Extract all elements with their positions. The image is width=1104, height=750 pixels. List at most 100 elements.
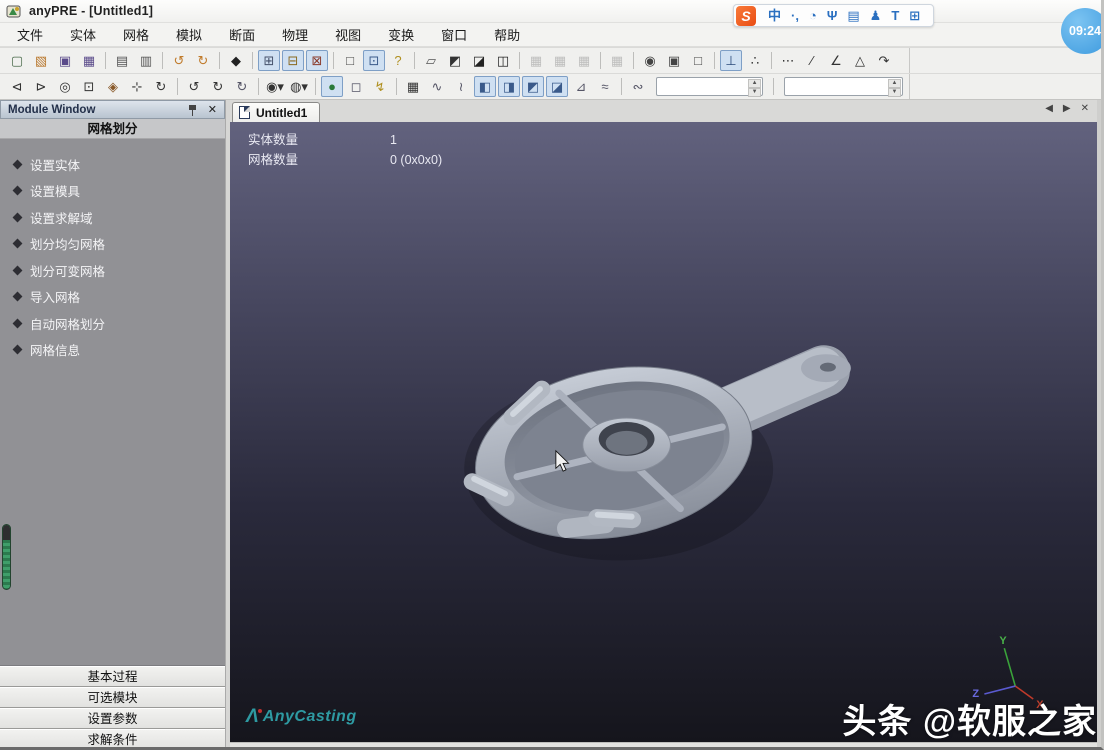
view-left-button[interactable]: ◩	[522, 76, 544, 97]
grid-table-1-button[interactable]: ▦	[525, 50, 547, 71]
zoom-window-button[interactable]: ⊡	[78, 76, 100, 97]
grid-table-4-button[interactable]: ▦	[606, 50, 628, 71]
task-mesh-info[interactable]: 网格信息	[0, 337, 225, 364]
task-uniform-mesh[interactable]: 划分均匀网格	[0, 231, 225, 258]
task-set-mold[interactable]: 设置模具	[0, 178, 225, 205]
copy-view-button[interactable]: ▱	[420, 50, 442, 71]
rotate-x-button[interactable]: ↺	[183, 76, 205, 97]
layout-vertical-button[interactable]: ⊠	[306, 50, 328, 71]
curve-tool-button[interactable]: ∿	[426, 76, 448, 97]
3d-viewport[interactable]: 实体数量 1 网格数量 0 (0x0x0) Y X Z Λ AnyCasting	[230, 122, 1097, 742]
select-box-button[interactable]: ◪	[468, 50, 490, 71]
panel-tab-set-parameters[interactable]: 设置参数	[0, 708, 225, 729]
zoom-prev-button[interactable]: ⊲	[6, 76, 28, 97]
task-variable-mesh[interactable]: 划分可变网格	[0, 257, 225, 284]
layout-horizontal-button[interactable]: ⊟	[282, 50, 304, 71]
menu-mesh[interactable]: 网格	[114, 23, 158, 46]
menu-physics[interactable]: 物理	[273, 23, 317, 46]
task-auto-mesh[interactable]: 自动网格划分	[0, 310, 225, 337]
task-set-entity[interactable]: 设置实体	[0, 151, 225, 178]
zoom-next-button[interactable]: ⊳	[30, 76, 52, 97]
dim-polyline-button[interactable]: ∠	[825, 50, 847, 71]
menu-entity[interactable]: 实体	[61, 23, 105, 46]
task-import-mesh[interactable]: 导入网格	[0, 284, 225, 311]
dim-point-button[interactable]: ⋯	[777, 50, 799, 71]
ime-chinese-mode-icon[interactable]: 中	[768, 5, 781, 26]
measure-node-button[interactable]: ∴	[744, 50, 766, 71]
mesh-tool-button[interactable]: ▦	[402, 76, 424, 97]
select-entity-button[interactable]: ◩	[444, 50, 466, 71]
grid-table-2-button[interactable]: ▦	[549, 50, 571, 71]
panel-tab-optional-module[interactable]: 可选模块	[0, 687, 225, 708]
spinner-arrows-icon[interactable]: ▲ ▼	[748, 79, 762, 97]
view-iso-button[interactable]: ⊿	[570, 76, 592, 97]
new-button[interactable]: ▢	[6, 50, 28, 71]
ime-account-icon[interactable]: ♟	[870, 5, 882, 26]
menu-file[interactable]: 文件	[8, 23, 52, 46]
zoom-dynamic-button[interactable]: ◎	[54, 76, 76, 97]
render-flash-button[interactable]: ↯	[369, 76, 391, 97]
render-wireframe-button[interactable]: ◻	[345, 76, 367, 97]
shape-circle-button[interactable]: ◉	[639, 50, 661, 71]
tab-prev-icon[interactable]: ◀	[1045, 103, 1053, 114]
ime-mic-icon[interactable]: Ψ	[827, 5, 838, 26]
section-tool-button[interactable]: ∾	[627, 76, 649, 97]
pan-button[interactable]: ⊹	[126, 76, 148, 97]
rotate-y-button[interactable]: ↻	[207, 76, 229, 97]
print-preview-button[interactable]: ▥	[135, 50, 157, 71]
ime-skin-icon[interactable]: T	[891, 5, 899, 26]
3d-model-casting[interactable]: Y X Z	[230, 122, 1097, 740]
sogou-logo-icon[interactable]: S	[736, 5, 756, 26]
spline-tool-button[interactable]: ≀	[450, 76, 472, 97]
menu-section[interactable]: 断面	[220, 23, 264, 46]
select-all-button[interactable]: ◫	[492, 50, 514, 71]
pin-icon[interactable]	[188, 104, 198, 116]
menu-view[interactable]: 视图	[326, 23, 370, 46]
rotate-z-button[interactable]: ↻	[231, 76, 253, 97]
save-all-button[interactable]: ▦	[78, 50, 100, 71]
menu-transform[interactable]: 变换	[379, 23, 423, 46]
panel-tab-basic-process[interactable]: 基本过程	[0, 666, 225, 687]
ime-handwriting-icon[interactable]: ▤	[847, 5, 859, 26]
view-front-button[interactable]: ◧	[474, 76, 496, 97]
measure-stand-button[interactable]: ⊥	[720, 50, 742, 71]
shape-plane-button[interactable]: □	[687, 50, 709, 71]
task-set-solution-domain[interactable]: 设置求解域	[0, 204, 225, 231]
layout-single-button[interactable]: ⊞	[258, 50, 280, 71]
menu-simulation[interactable]: 模拟	[167, 23, 211, 46]
render-shaded-button[interactable]: ●	[321, 76, 343, 97]
entity-mode-button[interactable]: ◆	[225, 50, 247, 71]
view-right-button[interactable]: ◪	[546, 76, 568, 97]
display-filter-dropdown[interactable]: ◍▾	[288, 76, 310, 97]
context-help-button[interactable]: ?	[387, 50, 409, 71]
menu-help[interactable]: 帮助	[485, 23, 529, 46]
spinner-arrows-icon[interactable]: ▲ ▼	[888, 79, 901, 97]
scrollbar-thumb[interactable]	[2, 524, 11, 590]
dim-arc-button[interactable]: ↷	[873, 50, 895, 71]
redo-button[interactable]: ↻	[192, 50, 214, 71]
panel-tab-solver-condition[interactable]: 求解条件	[0, 729, 225, 747]
open-button[interactable]: ▧	[30, 50, 52, 71]
recording-timer-badge[interactable]: 09:24	[1061, 8, 1101, 54]
ime-punctuation-icon[interactable]: ·,	[791, 5, 799, 26]
tab-next-icon[interactable]: ▶	[1063, 103, 1071, 114]
dim-angle-button[interactable]: △	[849, 50, 871, 71]
save-button[interactable]: ▣	[54, 50, 76, 71]
panel-close-icon[interactable]: ✕	[205, 103, 220, 116]
dim-line-button[interactable]: ∕	[801, 50, 823, 71]
window-view-button[interactable]: ⊡	[363, 50, 385, 71]
grid-table-3-button[interactable]: ▦	[573, 50, 595, 71]
shape-box-button[interactable]: ▣	[663, 50, 685, 71]
menu-window[interactable]: 窗口	[432, 23, 476, 46]
view-back-button[interactable]: ◨	[498, 76, 520, 97]
tab-untitled1[interactable]: Untitled1	[232, 102, 321, 122]
ime-emoji-icon[interactable]: ◔	[809, 5, 817, 26]
tab-close-icon[interactable]: ✕	[1081, 103, 1089, 114]
mesh-count-spinner[interactable]: ▲ ▼	[784, 77, 903, 97]
ime-toolbox-icon[interactable]: ⊞	[909, 5, 920, 26]
rotate-view-button[interactable]: ↻	[150, 76, 172, 97]
window-box-button[interactable]: □	[339, 50, 361, 71]
print-button[interactable]: ▤	[111, 50, 133, 71]
undo-button[interactable]: ↺	[168, 50, 190, 71]
view-spin-button[interactable]: ≈	[594, 76, 616, 97]
